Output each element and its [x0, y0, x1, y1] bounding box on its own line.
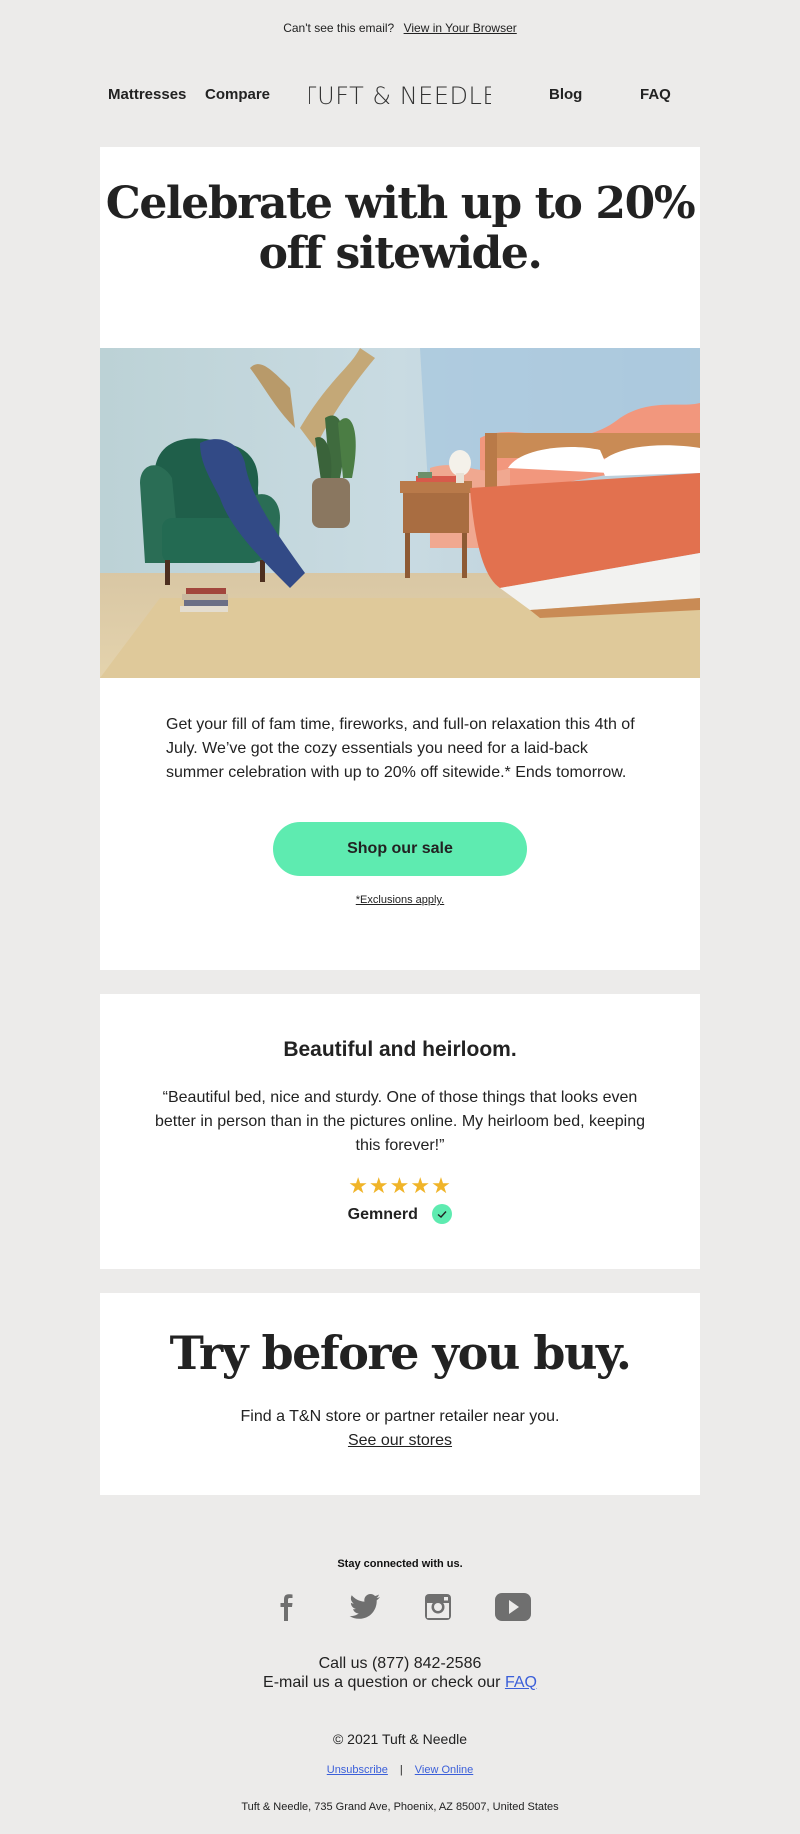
stores-text: Find a T&N store or partner retailer nea… — [240, 1408, 560, 1425]
facebook-icon[interactable] — [276, 1589, 296, 1625]
email-us: E-mail us a question or check our FAQ — [0, 1673, 800, 1692]
tuft-needle-logo[interactable]: TUFT & NEEDLE — [309, 80, 491, 110]
review-title: Beautiful and heirloom. — [283, 1038, 517, 1061]
unsubscribe-link[interactable]: Unsubscribe — [327, 1764, 388, 1776]
instagram-icon[interactable] — [424, 1589, 452, 1625]
footer-links: Unsubscribe | View Online — [0, 1764, 800, 1776]
stores-link-wrap: See our stores — [100, 1429, 700, 1453]
shop-sale-button[interactable]: Shop our sale — [273, 822, 527, 876]
verified-check-icon — [432, 1203, 453, 1224]
stores-headline: Try before you buy. — [169, 1326, 632, 1380]
view-online-link[interactable]: View Online — [415, 1764, 474, 1776]
stay-connected: Stay connected with us. — [337, 1558, 463, 1570]
preheader-text: Can't see this email? — [283, 21, 395, 35]
promo-card: Celebrate with up to 20% off sitewide. G… — [100, 147, 700, 970]
exclusions-link[interactable]: *Exclusions apply. — [356, 894, 444, 906]
copyright: © 2021 Tuft & Needle — [332, 1731, 468, 1747]
nav-faq[interactable]: FAQ — [640, 86, 671, 103]
stores-card: Try before you buy. Find a T&N store or … — [100, 1293, 700, 1495]
email-text: E-mail us a question or check our — [263, 1674, 501, 1691]
nav-blog[interactable]: Blog — [549, 86, 582, 103]
preheader: Can't see this email? View in Your Brows… — [0, 21, 800, 35]
logo-text: TUFT & NEEDLE — [309, 82, 491, 110]
view-in-browser-link[interactable]: View in Your Browser — [404, 21, 517, 35]
twitter-icon[interactable] — [347, 1589, 383, 1625]
promo-headline: Celebrate with up to 20% off sitewide. — [105, 178, 696, 279]
disclaimer: *Exclusions apply. — [100, 894, 700, 906]
hero-image[interactable] — [100, 348, 700, 678]
review-quote: “Beautiful bed, nice and sturdy. One of … — [154, 1089, 646, 1154]
reviewer: Gemnerd — [100, 1203, 700, 1226]
social-links — [0, 1589, 800, 1625]
call-us: Call us (877) 842-2586 — [318, 1655, 482, 1672]
company-address: Tuft & Needle, 735 Grand Ave, Phoenix, A… — [241, 1801, 559, 1813]
youtube-icon[interactable] — [494, 1589, 532, 1625]
promo-body: Get your fill of fam time, fireworks, an… — [166, 716, 635, 781]
nav-mattresses[interactable]: Mattresses — [108, 86, 186, 103]
star-rating: ★★★★★ — [348, 1173, 452, 1198]
reviewer-name: Gemnerd — [347, 1206, 418, 1223]
see-stores-link[interactable]: See our stores — [348, 1432, 452, 1449]
faq-link[interactable]: FAQ — [505, 1674, 537, 1691]
review-card: Beautiful and heirloom. “Beautiful bed, … — [100, 994, 700, 1269]
nav-compare[interactable]: Compare — [205, 86, 270, 103]
link-separator: | — [399, 1764, 403, 1776]
